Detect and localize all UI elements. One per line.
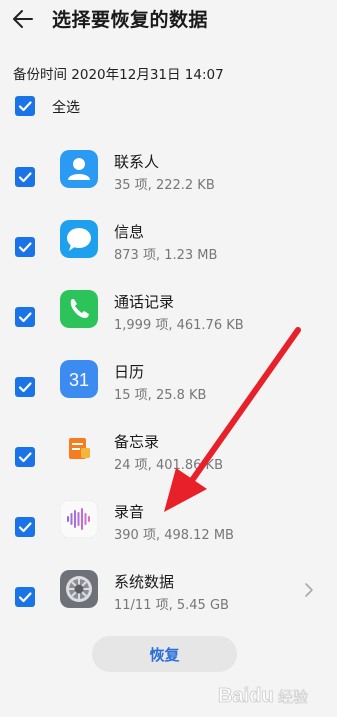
settings-gear-icon	[60, 570, 98, 608]
header: 选择要恢复的数据	[0, 0, 337, 40]
svg-text:31: 31	[69, 370, 89, 390]
notes-icon	[60, 430, 98, 468]
svg-text:Baidu: Baidu	[218, 685, 274, 707]
item-meta: 15 项, 25.8 KB	[114, 388, 207, 403]
item-name: 通话记录	[114, 293, 175, 311]
item-checkbox[interactable]	[15, 517, 35, 537]
item-meta: 24 项, 401.86 KB	[114, 458, 224, 473]
list-item-recorder[interactable]: 录音 390 项, 498.12 MB	[0, 500, 337, 570]
contacts-icon	[60, 150, 98, 188]
check-icon	[18, 242, 32, 253]
chevron-right-icon[interactable]	[302, 582, 316, 598]
item-meta: 873 项, 1.23 MB	[114, 248, 218, 263]
check-icon	[18, 522, 32, 533]
messages-icon	[60, 220, 98, 258]
check-icon	[18, 452, 32, 463]
item-name: 录音	[114, 503, 145, 521]
item-name: 信息	[114, 223, 145, 241]
list-item-calendar[interactable]: 31 日历 15 项, 25.8 KB	[0, 360, 337, 430]
check-icon	[18, 312, 32, 323]
list-item-notes[interactable]: 备忘录 24 项, 401.86 KB	[0, 430, 337, 500]
restore-button[interactable]: 恢复	[92, 636, 237, 672]
check-icon	[18, 382, 32, 393]
list-item-call-log[interactable]: 通话记录 1,999 项, 461.76 KB	[0, 290, 337, 360]
list-item-system-data[interactable]: 系统数据 11/11 项, 5.45 GB	[0, 570, 337, 640]
item-checkbox[interactable]	[15, 587, 35, 607]
phone-icon	[60, 290, 98, 328]
list-item-messages[interactable]: 信息 873 项, 1.23 MB	[0, 220, 337, 290]
item-checkbox[interactable]	[15, 307, 35, 327]
item-name: 联系人	[114, 153, 160, 171]
item-checkbox[interactable]	[15, 377, 35, 397]
check-icon	[18, 101, 32, 112]
item-name: 备忘录	[114, 433, 160, 451]
item-checkbox[interactable]	[15, 447, 35, 467]
list-item-contacts[interactable]: 联系人 35 项, 222.2 KB	[0, 150, 337, 220]
item-checkbox[interactable]	[15, 237, 35, 257]
svg-text:经验: 经验	[278, 688, 308, 706]
select-all-label: 全选	[52, 100, 80, 116]
item-meta: 1,999 项, 461.76 KB	[114, 318, 244, 333]
backup-time: 备份时间 2020年12月31日 14:07	[13, 67, 224, 83]
select-all-checkbox[interactable]	[15, 96, 35, 116]
recorder-icon	[60, 500, 98, 538]
arrow-left-icon[interactable]	[10, 6, 36, 32]
check-icon	[18, 592, 32, 603]
item-name: 日历	[114, 363, 145, 381]
item-meta: 11/11 项, 5.45 GB	[114, 598, 229, 613]
item-name: 系统数据	[114, 573, 175, 591]
calendar-icon: 31	[60, 360, 98, 398]
item-meta: 35 项, 222.2 KB	[114, 178, 215, 193]
item-checkbox[interactable]	[15, 167, 35, 187]
check-icon	[18, 172, 32, 183]
item-meta: 390 项, 498.12 MB	[114, 528, 234, 543]
baidu-watermark-logo: Baidu 经验	[218, 685, 309, 708]
page-title: 选择要恢复的数据	[52, 9, 209, 31]
